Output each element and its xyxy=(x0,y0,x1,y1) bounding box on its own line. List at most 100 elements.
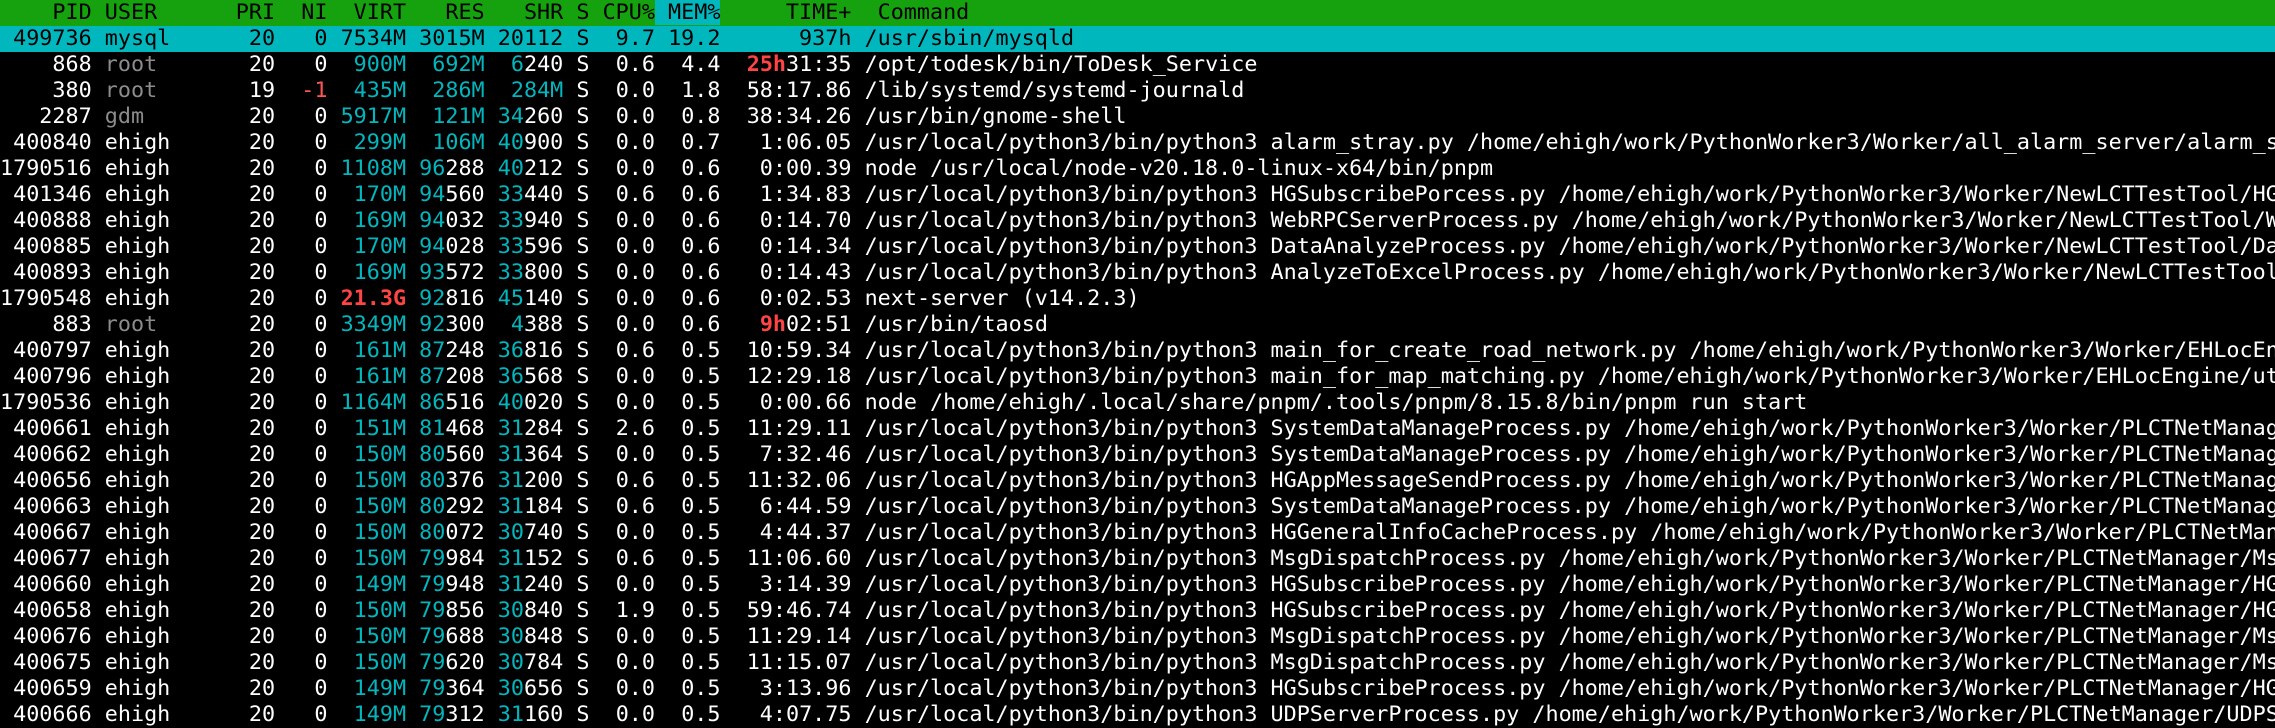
pid-cell: 400893 xyxy=(0,260,92,285)
process-row[interactable]: 1790516 ehigh 20 0 1108M 96288 40212 S 0… xyxy=(0,156,2275,182)
shr-cell: 31160 xyxy=(498,702,564,727)
pid-cell: 400658 xyxy=(0,598,92,623)
shr-high-digits: 45 xyxy=(497,286,524,311)
process-row[interactable]: 1790548 ehigh 20 0 21.3G 92816 45140 S 0… xyxy=(0,286,2275,312)
header-res[interactable]: RES xyxy=(419,0,484,25)
htop-terminal[interactable]: PID USER PRI NI VIRT RES SHR S CPU% MEM%… xyxy=(0,0,2275,728)
cpu-cell: 2.6 xyxy=(602,416,655,441)
user-cell: gdm xyxy=(104,104,223,129)
shr-high-digits: 20112 xyxy=(497,26,564,51)
process-row[interactable]: 400656 ehigh 20 0 150M 80376 31200 S 0.6… xyxy=(0,468,2275,494)
process-row[interactable]: 400885 ehigh 20 0 170M 94028 33596 S 0.0… xyxy=(0,234,2275,260)
header-virt[interactable]: VIRT xyxy=(341,0,406,25)
header-user[interactable]: USER xyxy=(105,0,223,25)
process-row[interactable]: 380 root 19 -1 435M 286M 284M S 0.0 1.8 … xyxy=(0,78,2275,104)
user-cell: mysql xyxy=(104,26,223,51)
header-cpu[interactable]: CPU% xyxy=(603,0,655,25)
process-row[interactable]: 400662 ehigh 20 0 150M 80560 31364 S 0.0… xyxy=(0,442,2275,468)
process-row[interactable]: 400796 ehigh 20 0 161M 87208 36568 S 0.0… xyxy=(0,364,2275,390)
time-rest: 0:00.39 xyxy=(759,156,852,181)
process-row[interactable]: 400663 ehigh 20 0 150M 80292 31184 S 0.6… xyxy=(0,494,2275,520)
res-cell: 94032 xyxy=(419,208,485,233)
header-command[interactable]: Command xyxy=(878,0,970,25)
time-rest: 11:32.06 xyxy=(746,468,852,493)
nice-cell: 0 xyxy=(288,702,328,727)
process-row[interactable]: 400840 ehigh 20 0 299M 106M 40900 S 0.0 … xyxy=(0,130,2275,156)
nice-cell: 0 xyxy=(288,546,328,571)
header-pid[interactable]: PID xyxy=(0,0,91,25)
nice-cell: 0 xyxy=(288,312,328,337)
mem-cell: 0.6 xyxy=(668,156,721,181)
mem-cell: 0.6 xyxy=(668,260,721,285)
pid-cell: 400660 xyxy=(0,572,92,597)
shr-high-digits: 30 xyxy=(497,598,524,623)
res-low-digits: 300 xyxy=(445,312,485,337)
time-rest: 31:35 xyxy=(786,52,852,77)
state-cell: S xyxy=(576,52,590,77)
process-list[interactable]: 499736 mysql 20 0 7534M 3015M 20112 S 9.… xyxy=(0,26,2275,728)
time-rest: 1:06.05 xyxy=(759,130,852,155)
user-cell: ehigh xyxy=(104,702,223,727)
res-high-digits: 3015M xyxy=(419,26,485,51)
time-cell: 0:00.39 xyxy=(734,156,852,181)
pid-cell: 380 xyxy=(0,78,92,103)
shr-high-digits: 31 xyxy=(497,702,524,727)
process-row[interactable]: 1790536 ehigh 20 0 1164M 86516 40020 S 0… xyxy=(0,390,2275,416)
process-row[interactable]: 2287 gdm 20 0 5917M 121M 34260 S 0.0 0.8… xyxy=(0,104,2275,130)
pid-cell: 400656 xyxy=(0,468,92,493)
process-row[interactable]: 401346 ehigh 20 0 170M 94560 33440 S 0.6… xyxy=(0,182,2275,208)
res-high-digits: 94 xyxy=(419,182,446,207)
time-cell: 38:34.26 xyxy=(734,104,852,129)
process-row[interactable]: 400888 ehigh 20 0 169M 94032 33940 S 0.0… xyxy=(0,208,2275,234)
mem-cell: 4.4 xyxy=(668,52,721,77)
time-cell: 0:14.43 xyxy=(734,260,852,285)
process-row[interactable]: 400660 ehigh 20 0 149M 79948 31240 S 0.0… xyxy=(0,572,2275,598)
process-row[interactable]: 400893 ehigh 20 0 169M 93572 33800 S 0.0… xyxy=(0,260,2275,286)
user-cell: ehigh xyxy=(104,208,223,233)
process-row[interactable]: 400676 ehigh 20 0 150M 79688 30848 S 0.0… xyxy=(0,624,2275,650)
header-shr[interactable]: SHR xyxy=(498,0,563,25)
header-mem-sorted[interactable]: MEM% xyxy=(654,0,721,25)
header-pri[interactable]: PRI xyxy=(236,0,275,25)
shr-low-digits: 596 xyxy=(523,234,564,259)
state-cell: S xyxy=(576,416,590,441)
process-row[interactable]: 868 root 20 0 900M 692M 6240 S 0.6 4.4 2… xyxy=(0,52,2275,78)
command-cell: /lib/systemd/systemd-journald xyxy=(864,78,1245,103)
process-row[interactable]: 400666 ehigh 20 0 149M 79312 31160 S 0.0… xyxy=(0,702,2275,728)
res-low-digits: 816 xyxy=(445,286,485,311)
cpu-cell: 9.7 xyxy=(602,26,655,51)
shr-low-digits: 900 xyxy=(523,130,564,155)
nice-cell: 0 xyxy=(288,260,328,285)
process-row-selected[interactable]: 499736 mysql 20 0 7534M 3015M 20112 S 9.… xyxy=(0,26,2275,52)
shr-cell: 33440 xyxy=(498,182,564,207)
time-cell: 12:29.18 xyxy=(734,364,852,389)
priority-cell: 20 xyxy=(235,598,276,623)
shr-cell: 6240 xyxy=(498,52,563,77)
process-row[interactable]: 400677 ehigh 20 0 150M 79984 31152 S 0.6… xyxy=(0,546,2275,572)
header-state[interactable]: S xyxy=(576,0,589,25)
process-row[interactable]: 400661 ehigh 20 0 151M 81468 31284 S 2.6… xyxy=(0,416,2275,442)
process-row[interactable]: 883 root 20 0 3349M 92300 4388 S 0.0 0.6… xyxy=(0,312,2275,338)
user-cell: root xyxy=(104,312,223,337)
priority-cell: 20 xyxy=(235,572,276,597)
res-high-digits: 92 xyxy=(419,286,446,311)
header-ni[interactable]: NI xyxy=(288,0,327,25)
time-rest: 0:14.34 xyxy=(759,234,852,259)
user-cell: ehigh xyxy=(104,390,223,415)
process-row[interactable]: 400658 ehigh 20 0 150M 79856 30840 S 1.9… xyxy=(0,598,2275,624)
virt-cell: 900M xyxy=(340,52,407,77)
time-hours: 25h xyxy=(746,52,787,77)
time-rest: 4:07.75 xyxy=(759,702,852,727)
pid-cell: 499736 xyxy=(0,26,92,51)
time-rest: 59:46.74 xyxy=(746,598,852,623)
time-cell: 6:44.59 xyxy=(734,494,852,519)
shr-low-digits: 184 xyxy=(523,494,564,519)
pid-cell: 400662 xyxy=(0,442,92,467)
res-low-digits: 376 xyxy=(445,468,485,493)
shr-high-digits: 31 xyxy=(497,572,524,597)
process-row[interactable]: 400675 ehigh 20 0 150M 79620 30784 S 0.0… xyxy=(0,650,2275,676)
header-time[interactable]: TIME+ xyxy=(734,0,851,25)
process-row[interactable]: 400659 ehigh 20 0 149M 79364 30656 S 0.0… xyxy=(0,676,2275,702)
process-row[interactable]: 400797 ehigh 20 0 161M 87248 36816 S 0.6… xyxy=(0,338,2275,364)
process-row[interactable]: 400667 ehigh 20 0 150M 80072 30740 S 0.0… xyxy=(0,520,2275,546)
